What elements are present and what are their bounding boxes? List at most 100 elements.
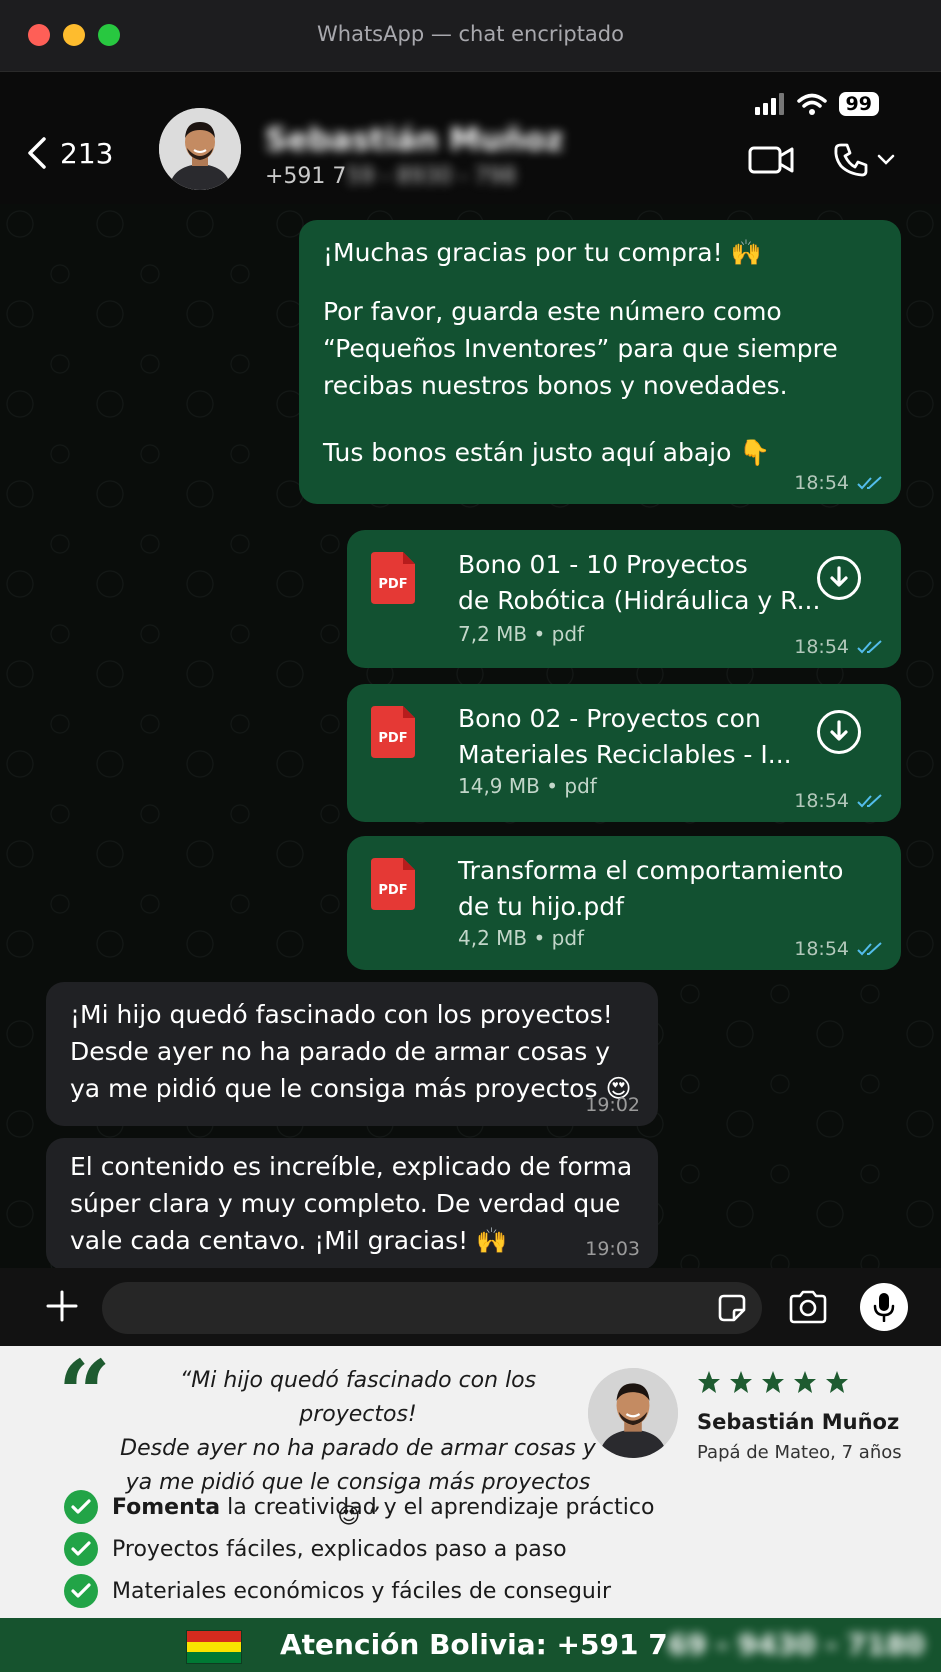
download-icon (830, 566, 848, 587)
document-title: Bono 01 - 10 Proyectos de Robótica (Hidr… (458, 547, 820, 619)
reviewer-subtitle: Papá de Mateo, 7 años (697, 1442, 902, 1463)
reviewer-name: Sebastián Muñoz (697, 1410, 900, 1434)
voice-call-button[interactable] (833, 142, 895, 178)
signal-icon (754, 93, 784, 115)
wifi-icon (796, 93, 827, 115)
document-title: Bono 02 - Proyectos con Materiales Recic… (458, 701, 792, 773)
video-camera-icon (748, 146, 794, 174)
check-icon (64, 1490, 98, 1524)
star-rating (697, 1370, 849, 1394)
message-line: ya me pidió que le consiga más proyectos… (70, 1074, 632, 1103)
status-bar: 99 (754, 92, 879, 116)
chevron-left-icon (28, 137, 46, 169)
document-title-line: Materiales Reciclables - I... (458, 740, 792, 769)
unread-count: 213 (60, 136, 114, 170)
testimonial-card: “ “Mi hijo quedó fascinado con los proye… (0, 1340, 941, 1618)
phone-blurred: 59 - 8930 - 798 (346, 164, 517, 189)
star-icon (794, 1371, 816, 1393)
benefit-item: Materiales económicos y fáciles de conse… (64, 1570, 654, 1612)
message-line: El contenido es increíble, explicado de … (70, 1152, 633, 1181)
message-time: 19:02 (585, 1094, 640, 1116)
star-icon (826, 1371, 848, 1393)
chevron-down-icon (877, 154, 895, 165)
check-icon (64, 1532, 98, 1566)
document-message[interactable]: PDF Transforma el comportamiento de tu h… (347, 836, 901, 970)
chat-header: 99 213 Sebastián Muñoz +591 759 - 8930 -… (0, 72, 941, 204)
video-call-button[interactable] (748, 144, 794, 180)
quote-line: “Mi hijo quedó fascinado con los proyect… (179, 1368, 537, 1427)
message-input-bar (0, 1268, 941, 1346)
pdf-label: PDF (378, 731, 407, 746)
benefit-item: Fomenta la creatividad y el aprendizaje … (64, 1486, 654, 1528)
document-title-line: Bono 02 - Proyectos con (458, 704, 761, 733)
document-size: 7,2 MB • pdf (458, 622, 585, 646)
benefit-rest: la creatividad y el aprendizaje práctico (220, 1494, 655, 1520)
download-button[interactable] (817, 556, 861, 600)
back-button[interactable]: 213 (26, 136, 113, 170)
footer-blurred-number: 69 - 9430 - 7180 (667, 1628, 925, 1661)
camera-button[interactable] (788, 1290, 828, 1328)
benefit-text: Proyectos fáciles, explicados paso a pas… (112, 1536, 567, 1562)
benefit-text: Materiales económicos y fáciles de conse… (112, 1578, 612, 1604)
message-text: ¡Muchas gracias por tu compra! 🙌 (323, 238, 762, 267)
pdf-icon: PDF (371, 552, 415, 604)
double-check-icon (857, 794, 882, 808)
footer-contact[interactable]: Atención Bolivia: +591 769 - 9430 - 7180 (280, 1628, 925, 1661)
message-time: 18:54 (794, 790, 849, 812)
sticker-icon (718, 1294, 746, 1322)
message-line: vale cada centavo. ¡Mil gracias! 🙌 (70, 1226, 508, 1255)
voice-message-button[interactable] (860, 1283, 908, 1331)
document-message[interactable]: PDF Bono 01 - 10 Proyectos de Robótica (… (347, 530, 901, 668)
star-icon (730, 1371, 752, 1393)
double-check-icon (857, 476, 882, 490)
pdf-icon: PDF (371, 858, 415, 910)
incoming-message[interactable]: El contenido es increíble, explicado de … (46, 1138, 658, 1268)
sticker-button[interactable] (716, 1292, 748, 1328)
document-message[interactable]: PDF Bono 02 - Proyectos con Materiales R… (347, 684, 901, 822)
document-title-line: de tu hijo.pdf (458, 892, 624, 921)
message-time: 18:54 (794, 472, 849, 494)
phone-icon (834, 143, 868, 177)
contact-avatar[interactable] (159, 108, 241, 190)
benefit-text: Fomenta la creatividad y el aprendizaje … (112, 1495, 654, 1520)
plus-icon (46, 1290, 78, 1322)
download-button[interactable] (817, 710, 861, 754)
message-meta: 19:03 (585, 1238, 640, 1260)
contact-footer: Atención Bolivia: +591 769 - 9430 - 7180 (0, 1618, 941, 1672)
chat-messages[interactable]: ¡Muchas gracias por tu compra! 🙌 Por fav… (0, 204, 941, 1268)
message-time: 18:54 (794, 938, 849, 960)
contact-phone: +591 759 - 8930 - 798 (265, 164, 516, 189)
pdf-icon: PDF (371, 706, 415, 758)
star-icon (698, 1371, 720, 1393)
phone-prefix: +591 7 (265, 164, 347, 189)
contact-name[interactable]: Sebastián Muñoz (265, 122, 563, 158)
quote-line: Desde ayer no ha parado de armar cosas y (120, 1436, 596, 1461)
person-photo-icon (588, 1368, 678, 1458)
message-meta: 18:54 (794, 938, 883, 960)
attach-button[interactable] (46, 1290, 78, 1326)
double-check-icon (857, 640, 882, 654)
message-time: 18:54 (794, 636, 849, 658)
double-check-icon (857, 942, 882, 956)
message-line: ¡Mi hijo quedó fascinado con los proyect… (70, 1000, 613, 1029)
message-line: súper clara y muy completo. De verdad qu… (70, 1189, 621, 1218)
person-photo-icon (159, 108, 241, 190)
outgoing-message[interactable]: ¡Muchas gracias por tu compra! 🙌 Por fav… (299, 220, 901, 504)
message-meta: 19:02 (585, 1094, 640, 1116)
camera-icon (789, 1290, 827, 1324)
message-meta: 18:54 (794, 790, 883, 812)
message-input[interactable] (102, 1282, 762, 1334)
message-text: Tus bonos están justo aquí abajo 👇 (323, 438, 771, 467)
message-line: Desde ayer no ha parado de armar cosas y (70, 1037, 611, 1066)
document-size: 4,2 MB • pdf (458, 926, 585, 950)
incoming-message[interactable]: ¡Mi hijo quedó fascinado con los proyect… (46, 982, 658, 1126)
document-title-line: de Robótica (Hidráulica y R... (458, 586, 821, 615)
window-titlebar: WhatsApp — chat encriptado (0, 0, 941, 72)
star-icon (762, 1371, 784, 1393)
document-title-line: Transforma el comportamiento (458, 856, 844, 885)
quote-mark-icon: “ (58, 1340, 111, 1448)
footer-label: Atención Bolivia: +591 7 (280, 1628, 668, 1661)
message-meta: 18:54 (794, 472, 883, 494)
bolivia-flag-icon (186, 1630, 242, 1664)
document-title: Transforma el comportamiento de tu hijo.… (458, 853, 843, 925)
